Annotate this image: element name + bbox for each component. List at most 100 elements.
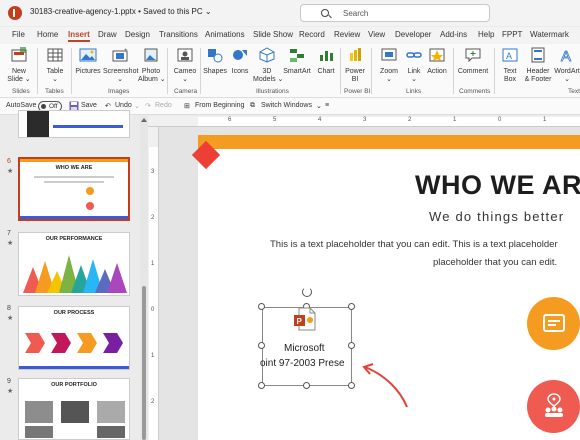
tab-watermark[interactable]: Watermark	[530, 30, 569, 39]
screenshot-button[interactable]: + Screenshot ⌄	[103, 47, 138, 84]
thumbnail-scrollbar[interactable]	[140, 116, 148, 440]
resize-handle[interactable]	[348, 303, 355, 310]
wordart-button[interactable]: A WordArt ⌄	[553, 47, 580, 84]
tab-fppt[interactable]: FPPT	[502, 30, 522, 39]
ruler-tick-label: 3	[151, 169, 155, 175]
vertical-ruler: 3 2 1 0 1 2	[148, 127, 159, 440]
tab-animations[interactable]: Animations	[205, 30, 245, 39]
from-beginning-button[interactable]: From Beginning	[195, 102, 244, 109]
horizontal-ruler: 6 5 4 3 2 1 0 1	[148, 116, 580, 127]
tab-design[interactable]: Design	[125, 30, 150, 39]
tab-draw[interactable]: Draw	[98, 30, 117, 39]
svg-text:P: P	[297, 317, 303, 326]
resize-handle[interactable]	[258, 303, 265, 310]
slide-title[interactable]: WHO WE AR	[415, 170, 580, 201]
pictures-button[interactable]: Pictures	[74, 47, 102, 76]
tab-home[interactable]: Home	[37, 30, 58, 39]
table-button[interactable]: Table ⌄	[42, 47, 68, 84]
undo-icon[interactable]: ↶	[105, 102, 111, 110]
ruler-tick-label: 1	[453, 117, 457, 123]
ruler-tick-label: 3	[363, 117, 367, 123]
object-label: oint 97-2003 Prese	[260, 358, 345, 369]
action-button[interactable]: Action	[425, 47, 449, 76]
resize-handle[interactable]	[348, 342, 355, 349]
switch-windows-button[interactable]: Switch Windows	[261, 102, 312, 109]
tab-view[interactable]: View	[368, 30, 385, 39]
slide-star-icon: ★	[7, 388, 14, 395]
slide-thumbnail-9[interactable]: OUR PORTFOLIO	[18, 378, 130, 440]
icons-button[interactable]: Icons	[229, 47, 251, 76]
switch-windows-icon[interactable]: ⧉	[250, 102, 255, 110]
cameo-button[interactable]: Cameo ⌄	[172, 47, 198, 84]
orange-circle-shape[interactable]	[527, 297, 580, 350]
photo-album-button[interactable]: Photo Album ⌄	[138, 47, 166, 84]
thumb-photo	[25, 401, 53, 423]
slide-thumbnail-pane: 6 ★ WHO WE ARE 7 ★ OUR PERFORMANCE 8 ★ O…	[0, 110, 140, 440]
thumb-text-line	[34, 176, 114, 178]
slide-body-text[interactable]: placeholder that you can edit.	[433, 257, 557, 268]
smartart-icon	[290, 49, 304, 62]
ribbon-insert: New Slide ⌄ Table ⌄ Pictures + Screensho…	[0, 44, 580, 98]
tab-developer[interactable]: Developer	[395, 30, 431, 39]
shapes-button[interactable]: Shapes	[202, 47, 228, 76]
id-card-icon	[543, 314, 565, 332]
slide-thumbnail-5[interactable]	[18, 110, 130, 138]
group-separator	[200, 48, 201, 94]
slide-thumbnail-7[interactable]: OUR PERFORMANCE	[18, 232, 130, 296]
comment-button[interactable]: Comment	[457, 47, 489, 76]
resize-handle[interactable]	[258, 342, 265, 349]
tab-help[interactable]: Help	[478, 30, 494, 39]
tab-slide-show[interactable]: Slide Show	[253, 30, 293, 39]
ruler-tick-label: 0	[498, 117, 502, 123]
chart-button[interactable]: Chart	[315, 47, 337, 76]
customize-toolbar-icon[interactable]: ≡	[325, 102, 329, 109]
slide-number: 6	[7, 158, 11, 165]
slide-star-icon: ★	[7, 240, 14, 247]
search-placeholder: Search	[343, 9, 369, 18]
power-bi-button[interactable]: Power BI	[343, 47, 367, 84]
ruler-tick-label: 2	[408, 117, 412, 123]
ruler-active-area	[149, 147, 158, 440]
thumb-photo	[27, 111, 49, 137]
zoom-button[interactable]: Zoom ⌄	[377, 47, 401, 84]
tab-file[interactable]: File	[12, 30, 25, 39]
header-footer-button[interactable]: Header & Footer	[522, 47, 554, 84]
resize-handle[interactable]	[258, 382, 265, 389]
document-title[interactable]: 30183-creative-agency-1.pptx • Saved to …	[30, 7, 212, 16]
smartart-button[interactable]: SmartArt	[283, 47, 311, 76]
powerpoint-logo-icon	[8, 6, 22, 20]
thumb-photo	[61, 401, 89, 423]
save-button[interactable]: Save	[81, 102, 97, 109]
tab-record[interactable]: Record	[299, 30, 325, 39]
from-beginning-icon[interactable]: ⊞	[184, 102, 190, 110]
thumb-circle	[86, 187, 94, 195]
text-box-button[interactable]: A Text Box	[498, 47, 522, 84]
resize-handle[interactable]	[303, 382, 310, 389]
slide-subtitle[interactable]: We do things better	[429, 209, 564, 224]
undo-dropdown-icon[interactable]: ⌄	[134, 102, 140, 110]
red-circle-shape[interactable]	[527, 380, 580, 433]
tab-review[interactable]: Review	[334, 30, 360, 39]
scrollbar-thumb[interactable]	[142, 286, 146, 440]
search-box[interactable]: Search	[300, 4, 490, 22]
photo-album-icon	[144, 48, 158, 62]
3d-models-button[interactable]: 3D Models ⌄	[253, 47, 283, 84]
thumb-process-chevrons	[25, 333, 123, 353]
tab-add-ins[interactable]: Add-ins	[440, 30, 467, 39]
switch-windows-dropdown-icon[interactable]: ⌄	[316, 102, 322, 110]
redo-button: Redo	[155, 102, 172, 109]
rotate-handle-icon[interactable]	[302, 287, 312, 297]
undo-button[interactable]: Undo	[115, 102, 132, 109]
slide-thumbnail-8[interactable]: OUR PROCESS	[18, 306, 130, 370]
group-separator	[494, 48, 495, 94]
ruler-tick-label: 1	[543, 117, 547, 123]
link-button[interactable]: Link ⌄	[403, 47, 425, 84]
scroll-up-icon[interactable]	[141, 118, 147, 122]
new-slide-button[interactable]: New Slide ⌄	[6, 47, 32, 84]
tab-insert[interactable]: Insert	[68, 30, 90, 42]
resize-handle[interactable]	[348, 382, 355, 389]
slide-thumbnail-6[interactable]: WHO WE ARE	[18, 157, 130, 221]
slide-body-text[interactable]: This is a text placeholder that you can …	[270, 239, 558, 250]
group-label-tables: Tables	[45, 88, 64, 95]
tab-transitions[interactable]: Transitions	[159, 30, 198, 39]
